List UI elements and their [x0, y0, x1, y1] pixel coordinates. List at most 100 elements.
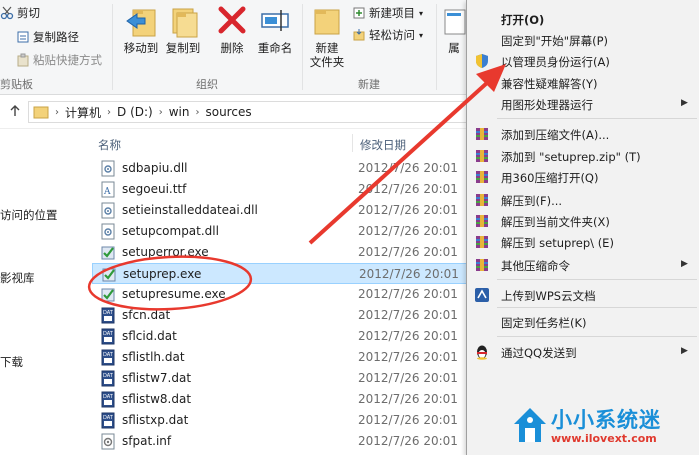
submenu-arrow-icon: ▶ [681, 98, 688, 108]
file-name: sfpat.inf [122, 434, 172, 448]
paste-shortcut-button[interactable]: 粘贴快捷方式 [16, 51, 102, 69]
house-logo-icon [514, 408, 546, 442]
new-folder-label-line1: 新建 [315, 41, 339, 55]
file-row[interactable]: DAT sflistlh.dat 2012/7/26 20:01 [92, 347, 468, 368]
file-date: 2012/7/26 20:01 [358, 392, 458, 406]
context-menu-item[interactable]: 用360压缩打开(Q) [467, 167, 699, 187]
address-breadcrumb[interactable]: › 计算机 › D (D:) › win › sources [28, 101, 468, 123]
file-row[interactable]: DAT sflistw8.dat 2012/7/26 20:01 [92, 389, 468, 410]
context-menu-item-label: 固定到任务栏(K) [501, 316, 587, 330]
file-row[interactable]: DAT sflcid.dat 2012/7/26 20:01 [92, 326, 468, 347]
file-row[interactable]: setupcompat.dll 2012/7/26 20:01 [92, 221, 468, 242]
new-item-icon [353, 7, 365, 19]
winrar-icon [476, 150, 488, 162]
delete-button[interactable]: 删除 [212, 4, 252, 74]
copy-path-icon [17, 31, 29, 43]
new-folder-button[interactable]: 新建 文件夹 [306, 4, 348, 74]
context-menu-item[interactable]: 解压到当前文件夹(X) [467, 211, 699, 231]
copy-path-button[interactable]: 复制路径 [16, 28, 79, 46]
context-menu-item[interactable]: 其他压缩命令 ▶ [467, 255, 699, 275]
winrar-icon [476, 215, 488, 227]
file-row[interactable]: sdbapiu.dll 2012/7/26 20:01 [92, 158, 468, 179]
folder-icon [33, 106, 49, 119]
file-row-selected[interactable]: setuprep.exe 2012/7/26 20:01 [92, 263, 468, 284]
svg-text:DAT: DAT [103, 331, 114, 337]
winrar-icon [476, 128, 488, 140]
file-name: segoeui.ttf [122, 182, 187, 196]
font-file-icon: A [101, 181, 115, 198]
winrar-icon [476, 259, 488, 271]
context-menu-item[interactable]: 兼容性疑难解答(Y) [467, 73, 699, 93]
scissors-icon [0, 6, 14, 20]
chevron-right-icon: › [158, 106, 163, 118]
crumb-drive-d[interactable]: D (D:) [117, 105, 153, 119]
setup-exe-icon [101, 288, 115, 302]
move-to-label: 移动到 [123, 41, 159, 55]
svg-text:A: A [103, 187, 111, 197]
file-name: sfcn.dat [122, 308, 171, 322]
context-menu-item[interactable]: 解压到(F)... [467, 190, 699, 210]
file-name: setuprep.exe [123, 267, 202, 281]
context-menu-item[interactable]: 添加到压缩文件(A)... [467, 124, 699, 144]
new-item-button[interactable]: 新建项目 ▾ [352, 4, 423, 22]
file-date: 2012/7/26 20:01 [358, 203, 458, 217]
context-menu-item[interactable]: 通过QQ发送到 ▶ [467, 342, 699, 362]
dll-icon [101, 160, 115, 177]
nav-item-videos[interactable]: 影视库 [0, 270, 35, 286]
column-header-name[interactable]: 名称 [98, 137, 121, 153]
context-menu-item[interactable]: 上传到WPS云文档 [467, 285, 699, 305]
rename-button[interactable]: 重命名 [254, 4, 296, 74]
file-row[interactable]: setuperror.exe 2012/7/26 20:01 [92, 242, 468, 263]
copy-to-label: 复制到 [165, 41, 201, 55]
delete-label: 删除 [220, 41, 244, 55]
dropdown-arrow-icon: ▾ [419, 30, 424, 40]
properties-partial-label: 属 [448, 41, 460, 55]
uac-shield-icon [476, 54, 488, 68]
context-menu-item-label: 添加到压缩文件(A)... [501, 128, 610, 142]
wps-cloud-icon [475, 288, 489, 302]
paste-shortcut-label: 粘贴快捷方式 [33, 53, 102, 67]
context-menu-item-label: 其他压缩命令 [501, 259, 570, 273]
file-row[interactable]: setupresume.exe 2012/7/26 20:01 [92, 284, 468, 305]
dat-file-icon: DAT [101, 391, 115, 408]
properties-button[interactable]: 属 [440, 4, 468, 74]
context-menu-item[interactable]: 固定到"开始"屏幕(P) [467, 30, 699, 50]
crumb-win[interactable]: win [169, 105, 190, 119]
context-menu-item-label: 以管理员身份运行(A) [501, 55, 610, 69]
file-name: sflcid.dat [122, 329, 177, 343]
file-row[interactable]: Asegoeui.ttf 2012/7/26 20:01 [92, 179, 468, 200]
context-menu-item-label: 通过QQ发送到 [501, 346, 577, 360]
dropdown-arrow-icon: ▾ [419, 8, 424, 18]
file-row[interactable]: setieinstalleddateai.dll 2012/7/26 20:01 [92, 200, 468, 221]
copy-to-button[interactable]: 复制到 [162, 4, 204, 74]
easy-access-button[interactable]: 轻松访问 ▾ [352, 26, 423, 44]
context-menu-item-label: 兼容性疑难解答(Y) [501, 77, 598, 91]
context-menu-item-label: 解压到 setuprep\ (E) [501, 236, 614, 250]
file-date: 2012/7/26 20:01 [358, 329, 458, 343]
file-row[interactable]: DAT sfcn.dat 2012/7/26 20:01 [92, 305, 468, 326]
nav-item-recent-places[interactable]: 访问的位置 [0, 207, 58, 223]
file-row[interactable]: DAT sflistxp.dat 2012/7/26 20:01 [92, 410, 468, 431]
file-row[interactable]: sfpat.inf 2012/7/26 20:01 [92, 431, 468, 452]
move-to-button[interactable]: 移动到 [120, 4, 162, 74]
new-folder-label: 新建 文件夹 [310, 41, 345, 69]
up-arrow-icon[interactable] [8, 104, 22, 118]
crumb-computer[interactable]: 计算机 [65, 104, 101, 121]
menu-separator [497, 307, 697, 308]
context-menu-item[interactable]: 添加到 "setuprep.zip" (T) [467, 146, 699, 166]
context-menu-item[interactable]: 打开(O) [467, 9, 699, 29]
file-date: 2012/7/26 20:01 [358, 245, 458, 259]
nav-item-downloads[interactable]: 下载 [0, 354, 23, 370]
crumb-sources[interactable]: sources [205, 105, 251, 119]
dll-icon [101, 202, 115, 219]
context-menu-item[interactable]: 固定到任务栏(K) [467, 312, 699, 332]
context-menu-item[interactable]: 用图形处理器运行 ▶ [467, 94, 699, 114]
context-menu-item[interactable]: 解压到 setuprep\ (E) [467, 232, 699, 252]
context-menu-item[interactable]: 以管理员身份运行(A) [467, 51, 699, 71]
context-menu-item-label: 用360压缩打开(Q) [501, 171, 599, 185]
winrar-icon [476, 236, 488, 248]
column-header-date[interactable]: 修改日期 [360, 137, 406, 153]
file-row[interactable]: DAT sflistw7.dat 2012/7/26 20:01 [92, 368, 468, 389]
cut-button[interactable]: 剪切 [0, 4, 40, 22]
file-name: sflistw7.dat [122, 371, 192, 385]
